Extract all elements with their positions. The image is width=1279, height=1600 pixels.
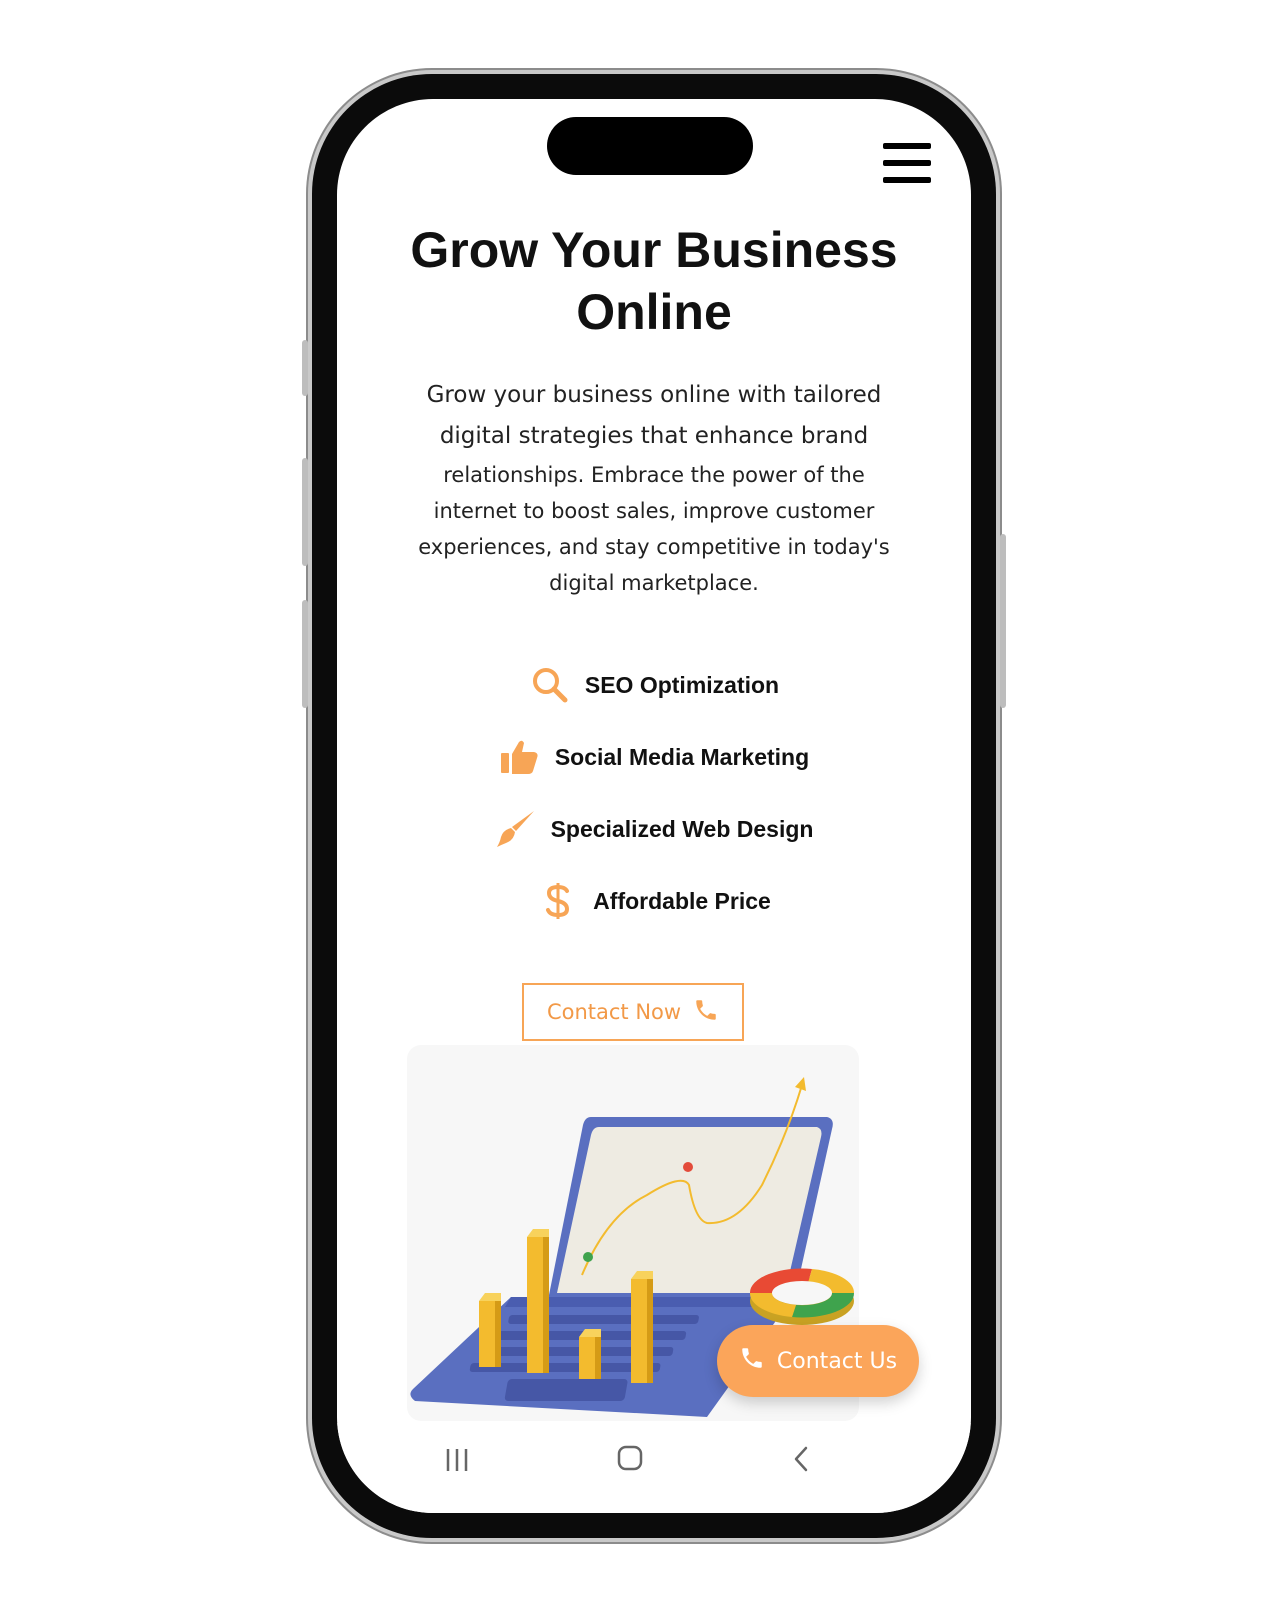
contact-now-button[interactable]: Contact Now	[522, 983, 744, 1041]
contact-now-label: Contact Now	[546, 1000, 682, 1024]
phone-volume-down-button	[302, 600, 308, 708]
feature-item-seo: SEO Optimization	[337, 665, 971, 705]
contact-us-label: Contact Us	[776, 1348, 898, 1374]
phone-volume-up-button	[302, 458, 308, 566]
phone-frame: Grow Your Business Online Grow your busi…	[302, 74, 1006, 1538]
description-line: Grow your business online with tailored	[426, 382, 882, 408]
recents-icon[interactable]	[443, 1447, 471, 1473]
dollar-icon	[537, 881, 579, 921]
thumbs-up-icon	[499, 737, 541, 777]
description-line: relationships. Embrace the power of the	[443, 463, 865, 487]
hero-title: Grow Your Business Online	[367, 219, 941, 343]
hero-title-line: Online	[576, 284, 732, 340]
feature-label: Specialized Web Design	[550, 815, 814, 842]
dynamic-island	[547, 117, 753, 175]
hero-description: Grow your business online with tailored …	[382, 375, 926, 601]
back-icon[interactable]	[791, 1445, 811, 1473]
feature-label: Affordable Price	[593, 887, 771, 914]
feature-item-social-media: Social Media Marketing	[337, 737, 971, 777]
description-line: digital strategies that enhance brand	[439, 423, 869, 449]
description-line: digital marketplace.	[549, 571, 759, 595]
phone-power-button	[1000, 534, 1006, 708]
phone-side-button	[302, 340, 308, 396]
feature-label: Social Media Marketing	[554, 743, 810, 770]
phone-screen: Grow Your Business Online Grow your busi…	[337, 99, 971, 1513]
phone-icon	[739, 1345, 765, 1377]
hero-title-line: Grow Your Business	[410, 222, 898, 278]
feature-item-web-design: Specialized Web Design	[337, 809, 971, 849]
hamburger-menu-icon[interactable]	[883, 143, 931, 185]
stage: Grow Your Business Online Grow your busi…	[0, 0, 1279, 1600]
paint-brush-icon	[495, 809, 537, 849]
search-icon	[529, 665, 571, 705]
phone-icon	[693, 997, 719, 1028]
home-icon[interactable]	[617, 1445, 643, 1471]
feature-item-price: Affordable Price	[337, 881, 971, 921]
contact-us-floating-button[interactable]: Contact Us	[717, 1325, 919, 1397]
description-line: internet to boost sales, improve custome…	[433, 499, 875, 523]
features-list: SEO Optimization Social Media Marketing	[337, 665, 971, 953]
android-navigation-bar	[337, 1423, 971, 1513]
feature-label: SEO Optimization	[584, 671, 780, 698]
description-line: experiences, and stay competitive in tod…	[418, 535, 890, 559]
